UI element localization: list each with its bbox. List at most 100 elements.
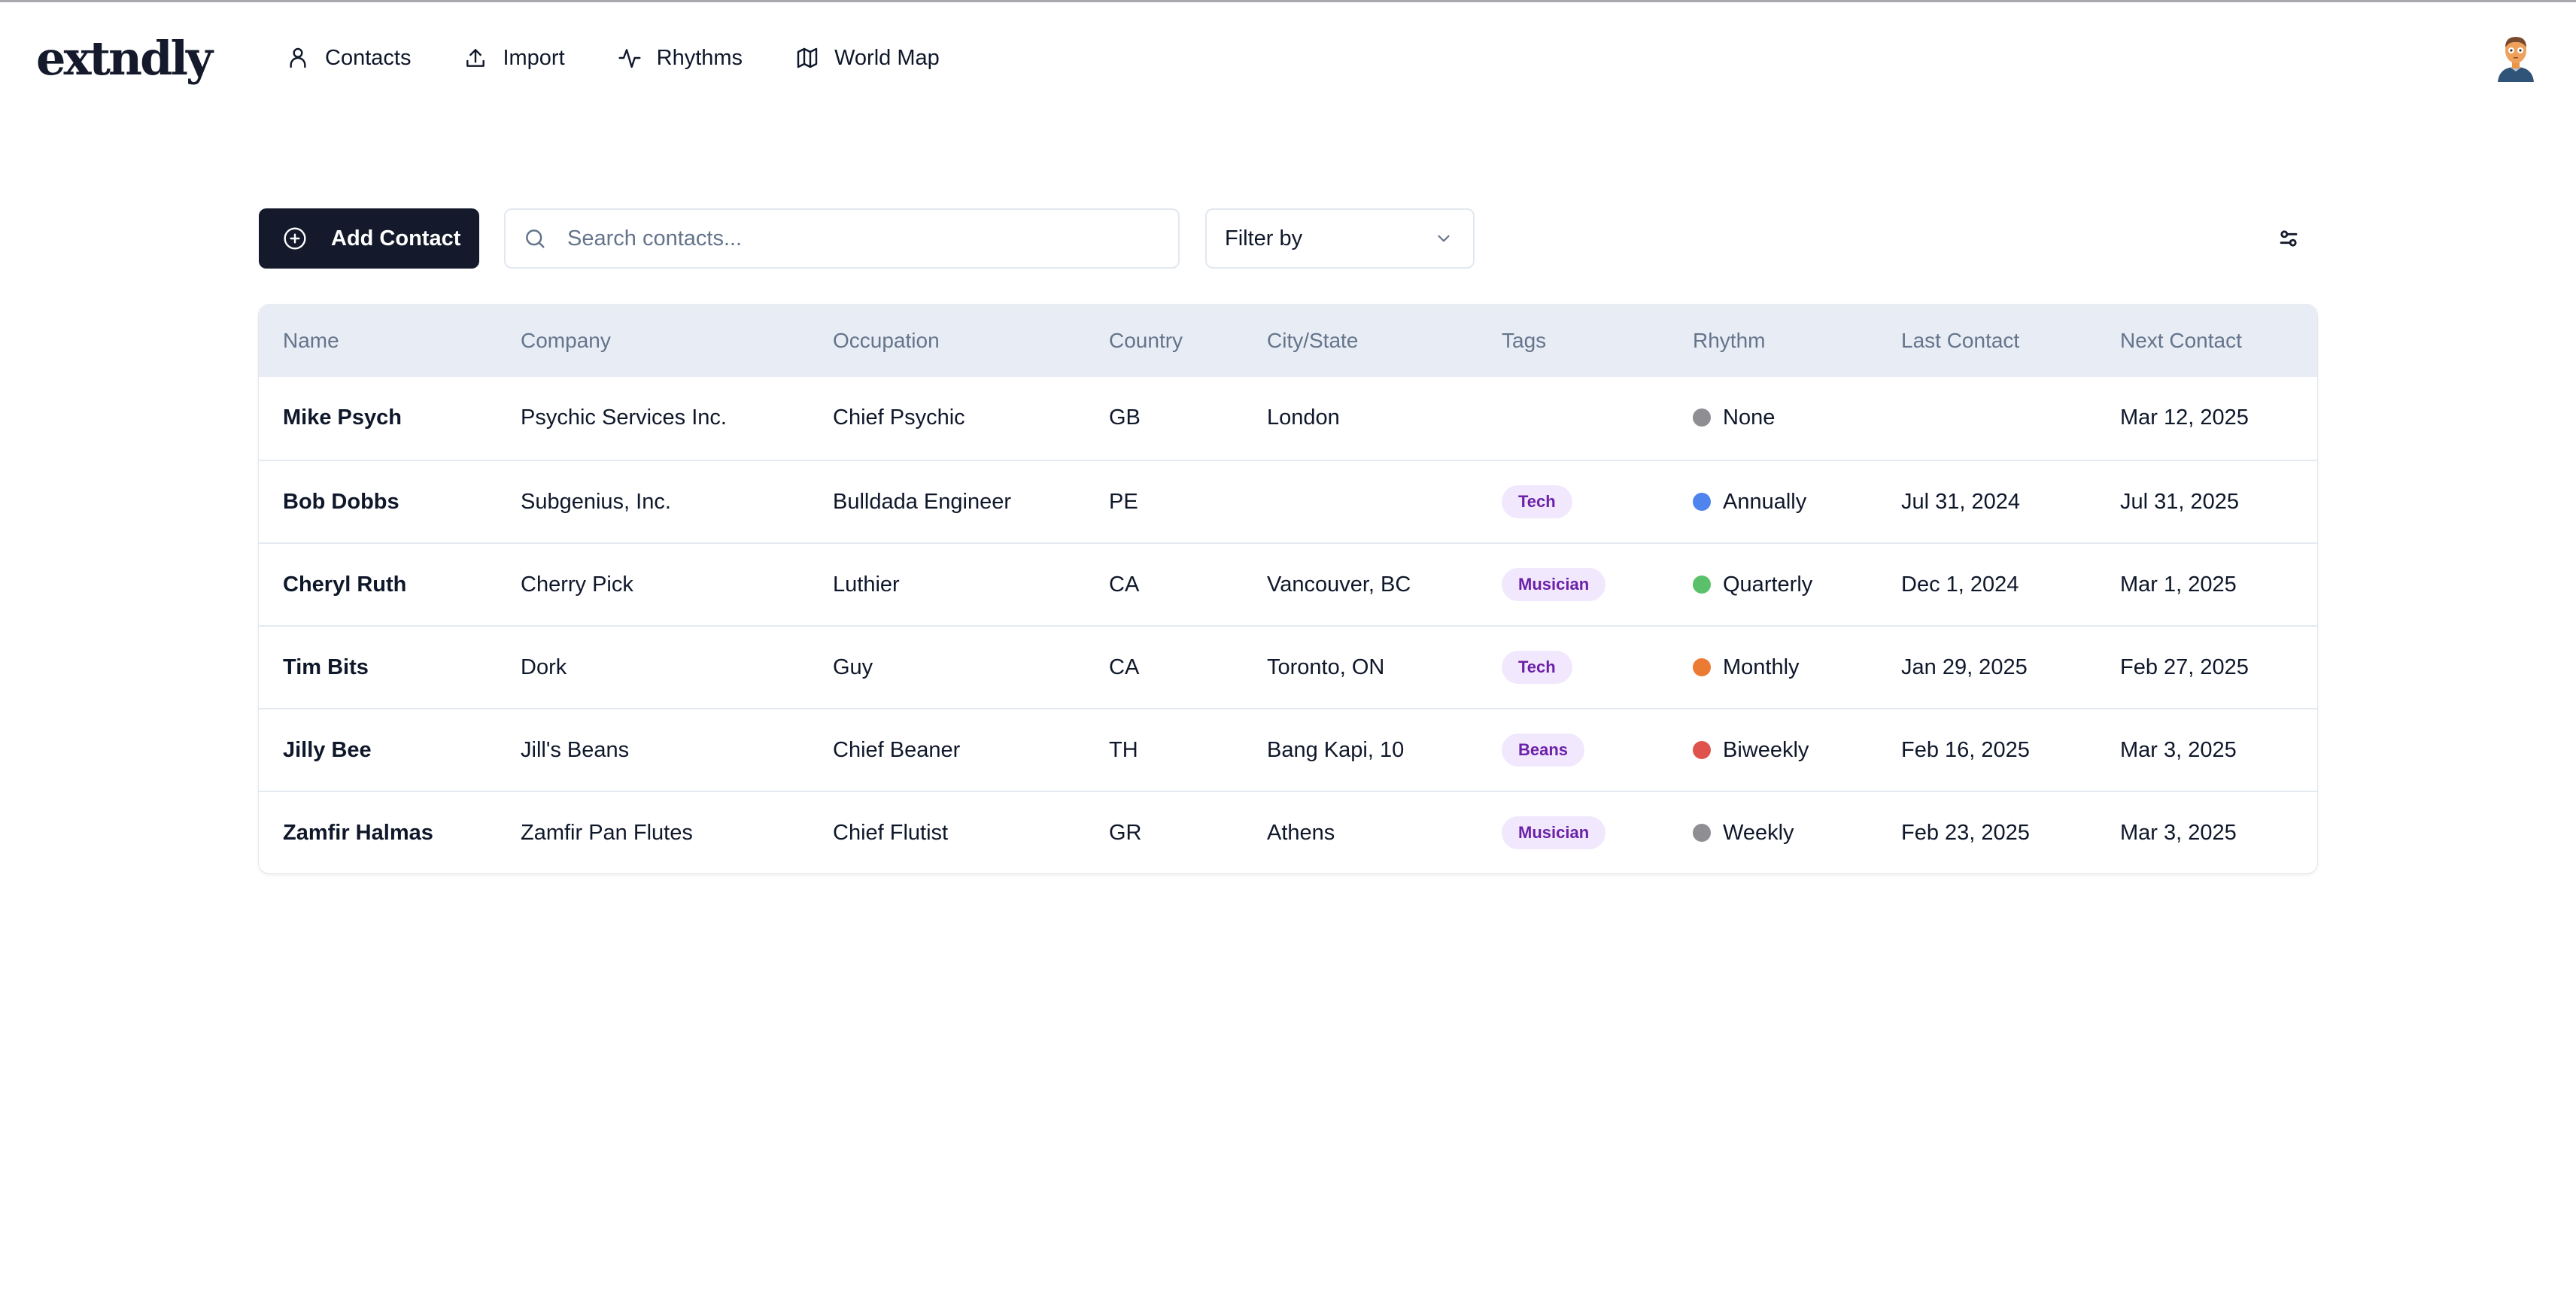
- search-input[interactable]: [566, 225, 1156, 252]
- table-row[interactable]: Mike Psych Psychic Services Inc. Chief P…: [259, 377, 2317, 460]
- rhythm-status-dot: [1693, 576, 1711, 594]
- tag-badge: Tech: [1502, 485, 1572, 518]
- cell-occupation: Chief Beaner: [833, 737, 961, 762]
- table-row[interactable]: Zamfir Halmas Zamfir Pan Flutes Chief Fl…: [259, 791, 2317, 873]
- cell-rhythm: None: [1693, 377, 1775, 458]
- column-header-company[interactable]: Company: [521, 305, 611, 377]
- rhythm-label: Biweekly: [1723, 737, 1809, 762]
- cell-rhythm: Quarterly: [1693, 544, 1812, 625]
- nav-import[interactable]: Import: [463, 45, 565, 71]
- upload-icon: [466, 49, 485, 67]
- column-header-occupation[interactable]: Occupation: [833, 305, 940, 377]
- cell-name: Tim Bits: [283, 654, 369, 679]
- cell-country: PE: [1109, 489, 1138, 514]
- cell-company: Jill's Beans: [521, 737, 630, 762]
- cell-company: Subgenius, Inc.: [521, 489, 671, 514]
- cell-last-contact: Jul 31, 2024: [1901, 489, 2021, 514]
- cell-company: Dork: [521, 654, 567, 679]
- plus-circle-icon: [284, 227, 306, 250]
- nav-contacts[interactable]: Contacts: [286, 46, 411, 71]
- column-header-country[interactable]: Country: [1109, 305, 1183, 377]
- rhythm-label: Quarterly: [1723, 572, 1813, 597]
- table-row[interactable]: Bob Dobbs Subgenius, Inc. Bulldada Engin…: [259, 460, 2317, 542]
- user-avatar[interactable]: [2492, 32, 2540, 84]
- nav-label: Import: [503, 45, 565, 70]
- search-icon: [526, 229, 545, 248]
- activity-icon: [618, 49, 641, 68]
- cell-city-state: London: [1267, 405, 1340, 430]
- column-header-rhythm[interactable]: Rhythm: [1693, 305, 1765, 377]
- rhythm-label: Weekly: [1723, 820, 1794, 845]
- cell-occupation: Luthier: [833, 572, 900, 597]
- cell-next-contact: Jul 31, 2025: [2120, 489, 2240, 514]
- cell-tags: Musician: [1502, 544, 1606, 625]
- cell-next-contact: Mar 3, 2025: [2120, 737, 2237, 762]
- column-header-next-contact[interactable]: Next Contact: [2120, 305, 2242, 377]
- column-settings-button[interactable]: [2268, 217, 2310, 260]
- nav-label: Contacts: [325, 45, 412, 70]
- contacts-table: Name Company Occupation Country City/Sta…: [259, 305, 2317, 873]
- table-row[interactable]: Cheryl Ruth Cherry Pick Luthier CA Vanco…: [259, 542, 2317, 625]
- rhythm-label: Annually: [1723, 489, 1807, 514]
- sliders-icon: [2280, 230, 2298, 247]
- chevron-down-icon: [1438, 235, 1450, 242]
- cell-tags: Tech: [1502, 461, 1572, 542]
- user-icon: [290, 47, 306, 68]
- search-box[interactable]: [504, 208, 1180, 269]
- cell-occupation: Chief Flutist: [833, 820, 949, 845]
- filter-label: Filter by: [1225, 226, 1303, 251]
- cell-city-state: Athens: [1267, 820, 1335, 845]
- nav-label: Rhythms: [656, 45, 743, 70]
- cell-country: GB: [1109, 405, 1141, 430]
- app-logo[interactable]: extndly: [36, 25, 213, 93]
- rhythm-status-dot: [1693, 408, 1711, 427]
- cell-country: CA: [1109, 572, 1140, 597]
- cell-name: Mike Psych: [283, 405, 402, 430]
- cell-name: Zamfir Halmas: [283, 820, 433, 845]
- cell-tags: Musician: [1502, 792, 1606, 873]
- top-navigation-bar: extndly Contacts Import Rhythms World Ma…: [0, 2, 2576, 115]
- tag-badge: Beans: [1502, 733, 1585, 767]
- contacts-toolbar: Add Contact Filter by: [259, 208, 2317, 269]
- filter-select[interactable]: Filter by: [1205, 208, 1475, 269]
- tag-badge: Tech: [1502, 651, 1572, 684]
- cell-city-state: Toronto, ON: [1267, 654, 1385, 679]
- rhythm-status-dot: [1693, 741, 1711, 759]
- cell-city-state: Vancouver, BC: [1267, 572, 1411, 597]
- cell-rhythm: Annually: [1693, 461, 1806, 542]
- cell-last-contact: Feb 16, 2025: [1901, 737, 2030, 762]
- cell-occupation: Guy: [833, 654, 873, 679]
- rhythm-label: Monthly: [1723, 654, 1800, 679]
- column-header-name[interactable]: Name: [283, 305, 339, 377]
- column-header-last-contact[interactable]: Last Contact: [1901, 305, 2019, 377]
- cell-name: Jilly Bee: [283, 737, 372, 762]
- rhythm-label: None: [1723, 405, 1776, 430]
- nav-world-map[interactable]: World Map: [795, 46, 940, 71]
- avatar-icon: [2498, 37, 2534, 82]
- cell-name: Cheryl Ruth: [283, 572, 407, 597]
- column-header-city-state[interactable]: City/State: [1267, 305, 1358, 377]
- cell-rhythm: Weekly: [1693, 792, 1794, 873]
- cell-next-contact: Mar 1, 2025: [2120, 572, 2237, 597]
- cell-next-contact: Mar 3, 2025: [2120, 820, 2237, 845]
- column-header-tags[interactable]: Tags: [1502, 305, 1546, 377]
- cell-country: TH: [1109, 737, 1138, 762]
- cell-occupation: Chief Psychic: [833, 405, 965, 430]
- cell-tags: Beans: [1502, 709, 1585, 791]
- table-row[interactable]: Tim Bits Dork Guy CA Toronto, ON Tech Mo…: [259, 625, 2317, 708]
- cell-company: Psychic Services Inc.: [521, 405, 727, 430]
- tag-badge: Musician: [1502, 816, 1606, 849]
- table-row[interactable]: Jilly Bee Jill's Beans Chief Beaner TH B…: [259, 708, 2317, 791]
- cell-occupation: Bulldada Engineer: [833, 489, 1012, 514]
- rhythm-status-dot: [1693, 493, 1711, 511]
- map-icon: [797, 47, 818, 68]
- add-contact-button[interactable]: Add Contact: [259, 208, 479, 269]
- cell-rhythm: Biweekly: [1693, 709, 1809, 791]
- nav-rhythms[interactable]: Rhythms: [618, 46, 743, 71]
- rhythm-status-dot: [1693, 824, 1711, 842]
- cell-last-contact: Dec 1, 2024: [1901, 572, 2019, 597]
- cell-country: CA: [1109, 654, 1140, 679]
- cell-rhythm: Monthly: [1693, 627, 1800, 708]
- table-header: Name Company Occupation Country City/Sta…: [259, 305, 2317, 377]
- main-nav: Contacts Import Rhythms World Map: [286, 37, 992, 79]
